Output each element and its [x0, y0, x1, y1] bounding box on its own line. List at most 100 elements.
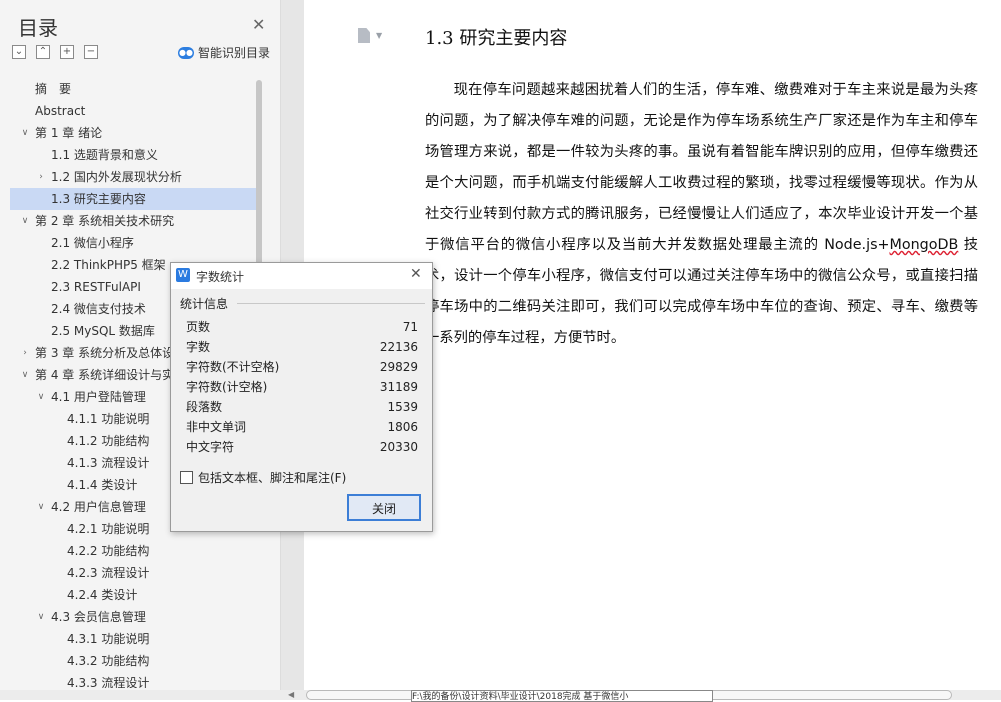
stat-value: 71	[402, 320, 418, 334]
stat-row: 页数 71	[186, 317, 418, 337]
collapse-icon[interactable]: ⌄	[12, 45, 26, 59]
toc-item-label: 2.3 RESTFulAPI	[51, 280, 141, 294]
toc-item[interactable]: 2.1 微信小程序	[10, 232, 256, 254]
stat-row: 字符数(不计空格) 29829	[186, 357, 418, 377]
toc-item-label: 1.3 研究主要内容	[51, 192, 146, 206]
toc-item[interactable]: ∨ 第 2 章 系统相关技术研究	[10, 210, 256, 232]
chevron-down-icon[interactable]: ∨	[19, 364, 31, 386]
stat-label: 字数	[186, 340, 211, 354]
smart-toc-label: 智能识别目录	[198, 46, 271, 60]
chevron-down-icon[interactable]: ∨	[35, 386, 47, 408]
toc-item-label: 4.1 用户登陆管理	[51, 390, 146, 404]
toc-item-label: 1.1 选题背景和意义	[51, 148, 158, 162]
stat-value: 29829	[379, 360, 418, 374]
toc-item[interactable]: 4.3.3 流程设计	[10, 672, 256, 688]
toc-item-label: 4.2.1 功能说明	[67, 522, 150, 536]
remove-level-icon[interactable]: −	[84, 45, 98, 59]
toc-item-label: 4.1.3 流程设计	[67, 456, 150, 470]
toc-item[interactable]: 4.2.4 类设计	[10, 584, 256, 606]
toc-item-label: 4.1.2 功能结构	[67, 434, 150, 448]
stat-value: 20330	[379, 440, 418, 454]
document-icon[interactable]	[358, 28, 370, 43]
body-paragraph: 现在停车问题越来越困扰着人们的生活，停车难、缴费难对于车主来说是最为头疼的问题，…	[425, 75, 978, 354]
dialog-titlebar: W 字数统计 ✕	[171, 263, 432, 289]
toc-item[interactable]: ∨ 第 1 章 绪论	[10, 122, 256, 144]
stat-row: 中文字符 20330	[186, 437, 418, 457]
include-textbox-option[interactable]: 包括文本框、脚注和尾注(F)	[180, 469, 346, 486]
toc-item[interactable]: 4.2.3 流程设计	[10, 562, 256, 584]
toc-item-label: 4.1.4 类设计	[67, 478, 138, 492]
include-textbox-label: 包括文本框、脚注和尾注(F)	[198, 471, 347, 485]
toc-item-label: 4.3.3 流程设计	[67, 676, 150, 688]
sidebar-title: 目录	[18, 16, 58, 40]
chevron-down-icon[interactable]: ▼	[376, 31, 382, 40]
group-divider	[237, 303, 425, 304]
word-count-dialog: W 字数统计 ✕ 统计信息 页数 71 字数 22136 字符数(不计空格) 29829 字…	[170, 262, 433, 532]
include-textbox-checkbox[interactable]	[180, 471, 193, 484]
toc-item-label: 第 3 章 系统分析及总体设	[35, 346, 175, 360]
close-icon[interactable]: ✕	[252, 15, 265, 34]
spellcheck-word: MongoDB	[889, 237, 959, 253]
path-tooltip: F:\我的备份\设计资料\毕业设计\2018完成 基于微信小	[411, 690, 713, 702]
section-heading: 1.3 研究主要内容	[425, 28, 568, 49]
toc-item[interactable]: 4.3.1 功能说明	[10, 628, 256, 650]
toc-item-label: 4.2 用户信息管理	[51, 500, 146, 514]
toc-item-label: 4.3.2 功能结构	[67, 654, 150, 668]
dialog-title: 字数统计	[196, 270, 245, 284]
toc-item[interactable]: 摘 要	[10, 78, 256, 100]
toc-item-label: 2.1 微信小程序	[51, 236, 134, 250]
wps-logo-icon: W	[176, 268, 190, 282]
toc-item[interactable]: 1.1 选题背景和意义	[10, 144, 256, 166]
toc-toolbar: ⌄ ⌃ + −	[12, 45, 98, 61]
toc-item[interactable]: › 1.2 国内外发展现状分析	[10, 166, 256, 188]
toc-item-label: 2.2 ThinkPHP5 框架	[51, 258, 166, 272]
toc-item[interactable]: 4.3.2 功能结构	[10, 650, 256, 672]
toc-item-label: 4.3 会员信息管理	[51, 610, 146, 624]
paragraph-text-2: 技术，设计一个停车小程序，微信支付可以通过关注停车场中的微信公众号，或直接扫描停…	[425, 237, 978, 346]
stat-row: 字数 22136	[186, 337, 418, 357]
stat-row: 非中文单词 1806	[186, 417, 418, 437]
chevron-down-icon[interactable]: ∨	[19, 122, 31, 144]
stat-value: 31189	[379, 380, 418, 394]
close-button[interactable]: 关闭	[347, 494, 421, 521]
paragraph-text-1: 现在停车问题越来越困扰着人们的生活，停车难、缴费难对于车主来说是最为头疼的问题，…	[425, 82, 978, 253]
toc-item-label: 4.2.3 流程设计	[67, 566, 150, 580]
stat-label: 段落数	[186, 400, 223, 414]
toc-item[interactable]: 1.3 研究主要内容	[10, 188, 256, 210]
toc-item[interactable]: 4.2.2 功能结构	[10, 540, 256, 562]
chevron-right-icon[interactable]: ›	[19, 342, 31, 364]
stat-row: 段落数 1539	[186, 397, 418, 417]
toc-item-label: Abstract	[35, 104, 86, 118]
toc-item-label: 4.3.1 功能说明	[67, 632, 150, 646]
stats-group-label: 统计信息	[180, 297, 229, 311]
toc-item-label: 摘 要	[35, 82, 72, 96]
smart-toc-button[interactable]: ●● 智能识别目录	[178, 44, 270, 61]
toc-item-label: 4.1.1 功能说明	[67, 412, 150, 426]
toc-item-label: 4.2.2 功能结构	[67, 544, 150, 558]
chevron-down-icon[interactable]: ∨	[35, 496, 47, 518]
stat-value: 22136	[379, 340, 418, 354]
toc-item[interactable]: Abstract	[10, 100, 256, 122]
scroll-left-icon[interactable]: ◀	[288, 690, 294, 700]
stat-label: 非中文单词	[186, 420, 247, 434]
stat-value: 1806	[387, 420, 418, 434]
toc-item-label: 2.4 微信支付技术	[51, 302, 146, 316]
stat-label: 字符数(不计空格)	[186, 360, 280, 374]
add-level-icon[interactable]: +	[60, 45, 74, 59]
toc-item-label: 第 2 章 系统相关技术研究	[35, 214, 175, 228]
ai-icon: ●●	[178, 46, 194, 59]
toc-item-label: 2.5 MySQL 数据库	[51, 324, 155, 338]
chevron-down-icon[interactable]: ∨	[19, 210, 31, 232]
toc-item-label: 第 4 章 系统详细设计与实	[35, 368, 175, 382]
close-icon[interactable]: ✕	[410, 266, 422, 282]
stat-value: 1539	[387, 400, 418, 414]
chevron-right-icon[interactable]: ›	[35, 166, 47, 188]
expand-icon[interactable]: ⌃	[36, 45, 50, 59]
stat-row: 字符数(计空格) 31189	[186, 377, 418, 397]
chevron-down-icon[interactable]: ∨	[35, 606, 47, 628]
stat-label: 页数	[186, 320, 211, 334]
toc-item[interactable]: ∨ 4.3 会员信息管理	[10, 606, 256, 628]
stat-label: 字符数(计空格)	[186, 380, 268, 394]
toc-item-label: 4.2.4 类设计	[67, 588, 138, 602]
stat-label: 中文字符	[186, 440, 235, 454]
